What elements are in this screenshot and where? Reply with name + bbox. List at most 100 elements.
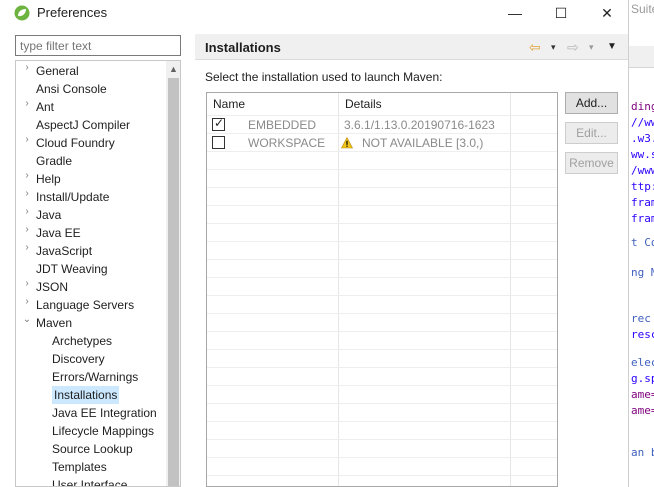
filter-input[interactable] (15, 35, 181, 56)
installation-details: NOT AVAILABLE [3.0,) (362, 136, 484, 150)
background-code-line: ame= (631, 388, 654, 401)
tree-item-ant[interactable]: Ant (36, 98, 54, 116)
background-code-line: an b (631, 446, 654, 459)
row-grid-line (207, 259, 557, 260)
background-toolbar (629, 46, 654, 68)
tree-item-discovery[interactable]: Discovery (52, 350, 105, 368)
expand-arrow-icon[interactable]: › (22, 242, 32, 260)
expand-arrow-icon[interactable]: › (22, 170, 32, 188)
scroll-thumb[interactable] (168, 78, 179, 486)
background-code-line: ww.s (631, 148, 654, 161)
tree-item-java-ee[interactable]: Java EE (36, 224, 81, 242)
row-grid-line (207, 475, 557, 476)
back-arrow-icon[interactable]: ⇦ (529, 38, 541, 56)
installation-details: 3.6.1/1.13.0.20190716-1623 (344, 118, 495, 132)
expand-arrow-icon[interactable]: › (22, 134, 32, 152)
tree-item-java-ee-integration[interactable]: Java EE Integration (52, 404, 157, 422)
back-dropdown-icon[interactable]: ▾ (551, 38, 556, 56)
maximize-button[interactable]: ☐ (538, 0, 584, 26)
expand-arrow-icon[interactable]: › (22, 98, 32, 116)
forward-dropdown-icon[interactable]: ▾ (589, 38, 594, 56)
background-code-line: fram (631, 196, 654, 209)
forward-arrow-icon[interactable]: ⇨ (567, 38, 579, 56)
expand-arrow-icon[interactable]: › (22, 188, 32, 206)
installations-page: Installations ⇦ ▾ ⇨ ▾ ▼ Select the insta… (195, 34, 628, 487)
tree-item-ansi-console[interactable]: Ansi Console (36, 80, 107, 98)
background-code-line: /www (631, 164, 654, 177)
tree-item-cloud-foundry[interactable]: Cloud Foundry (36, 134, 115, 152)
collapse-arrow-icon[interactable]: ⌄ (22, 314, 32, 332)
tree-item-jdt-weaving[interactable]: JDT Weaving (36, 260, 108, 278)
row-grid-line (207, 169, 557, 170)
background-code-line: fram (631, 212, 654, 225)
installations-description: Select the installation used to launch M… (205, 70, 443, 84)
row-grid-line (207, 367, 557, 368)
tree-item-gradle[interactable]: Gradle (36, 152, 72, 170)
tree-item-lifecycle-mappings[interactable]: Lifecycle Mappings (52, 422, 154, 440)
row-grid-line (207, 205, 557, 206)
tree-item-general[interactable]: General (36, 62, 79, 80)
row-grid-line (207, 439, 557, 440)
tree-item-help[interactable]: Help (36, 170, 61, 188)
scroll-up-icon[interactable]: ▲ (166, 61, 180, 77)
tree-scrollbar[interactable]: ▲ (166, 61, 180, 486)
tree-item-user-interface[interactable]: User Interface (52, 476, 127, 486)
tree-item-install-update[interactable]: Install/Update (36, 188, 109, 206)
tree-item-templates[interactable]: Templates (52, 458, 107, 476)
column-separator (338, 93, 339, 486)
background-code-line: ding= (631, 100, 654, 113)
background-code-line: resc (631, 328, 654, 341)
installations-table: Name Details ✓ EMBEDDED 3.6.1/1.13.0.20190… (206, 92, 558, 487)
background-code-line: ame= (631, 404, 654, 417)
tree-item-java[interactable]: Java (36, 206, 61, 224)
tree-item-installations[interactable]: Installations (52, 386, 120, 404)
expand-arrow-icon[interactable]: › (22, 224, 32, 242)
background-code-line: g.sp (631, 372, 654, 385)
add-button[interactable]: Add... (565, 92, 618, 114)
row-grid-line (207, 403, 557, 404)
page-title: Installations (205, 40, 281, 55)
row-grid-line (207, 385, 557, 386)
row-grid-line (207, 223, 557, 224)
row-grid-line (207, 277, 557, 278)
background-code-line: t Co (631, 236, 654, 249)
spring-leaf-icon (14, 5, 30, 21)
tree-item-javascript[interactable]: JavaScript (36, 242, 92, 260)
expand-arrow-icon[interactable]: › (22, 296, 32, 314)
background-code-line: ttp: (631, 180, 654, 193)
expand-arrow-icon[interactable]: › (22, 62, 32, 80)
tree-item-language-servers[interactable]: Language Servers (36, 296, 134, 314)
background-code-line: .w3. (631, 132, 654, 145)
page-header: Installations ⇦ ▾ ⇨ ▾ ▼ (195, 34, 628, 60)
tree-item-maven[interactable]: Maven (36, 314, 72, 332)
remove-button[interactable]: Remove (565, 152, 618, 174)
background-code-line: elec (631, 356, 654, 369)
installation-checkbox[interactable] (212, 136, 225, 149)
close-button[interactable]: ✕ (584, 0, 630, 26)
edit-button[interactable]: Edit... (565, 122, 618, 144)
tree-item-source-lookup[interactable]: Source Lookup (52, 440, 133, 458)
title-bar: Preferences — ☐ ✕ (0, 0, 628, 26)
view-menu-icon[interactable]: ▼ (607, 38, 617, 56)
minimize-button[interactable]: — (492, 0, 538, 26)
warning-icon (341, 137, 353, 149)
installation-name: EMBEDDED (248, 118, 317, 132)
background-tab-label: Suite (631, 2, 654, 16)
window-title: Preferences (37, 5, 108, 20)
column-header-name[interactable]: Name (207, 93, 339, 115)
background-code-line: rec (631, 312, 651, 325)
row-grid-line (207, 187, 557, 188)
tree-item-aspectj-compiler[interactable]: AspectJ Compiler (36, 116, 130, 134)
row-grid-line (207, 421, 557, 422)
installation-name: WORKSPACE (248, 136, 326, 150)
tree-item-json[interactable]: JSON (36, 278, 68, 296)
column-header-details[interactable]: Details (339, 93, 511, 115)
installation-checkbox[interactable]: ✓ (212, 116, 225, 131)
row-grid-line (207, 331, 557, 332)
row-grid-line (207, 457, 557, 458)
expand-arrow-icon[interactable]: › (22, 278, 32, 296)
tree-item-errors-warnings[interactable]: Errors/Warnings (52, 368, 138, 386)
expand-arrow-icon[interactable]: › (22, 206, 32, 224)
tree-item-archetypes[interactable]: Archetypes (52, 332, 112, 350)
row-grid-line (207, 241, 557, 242)
